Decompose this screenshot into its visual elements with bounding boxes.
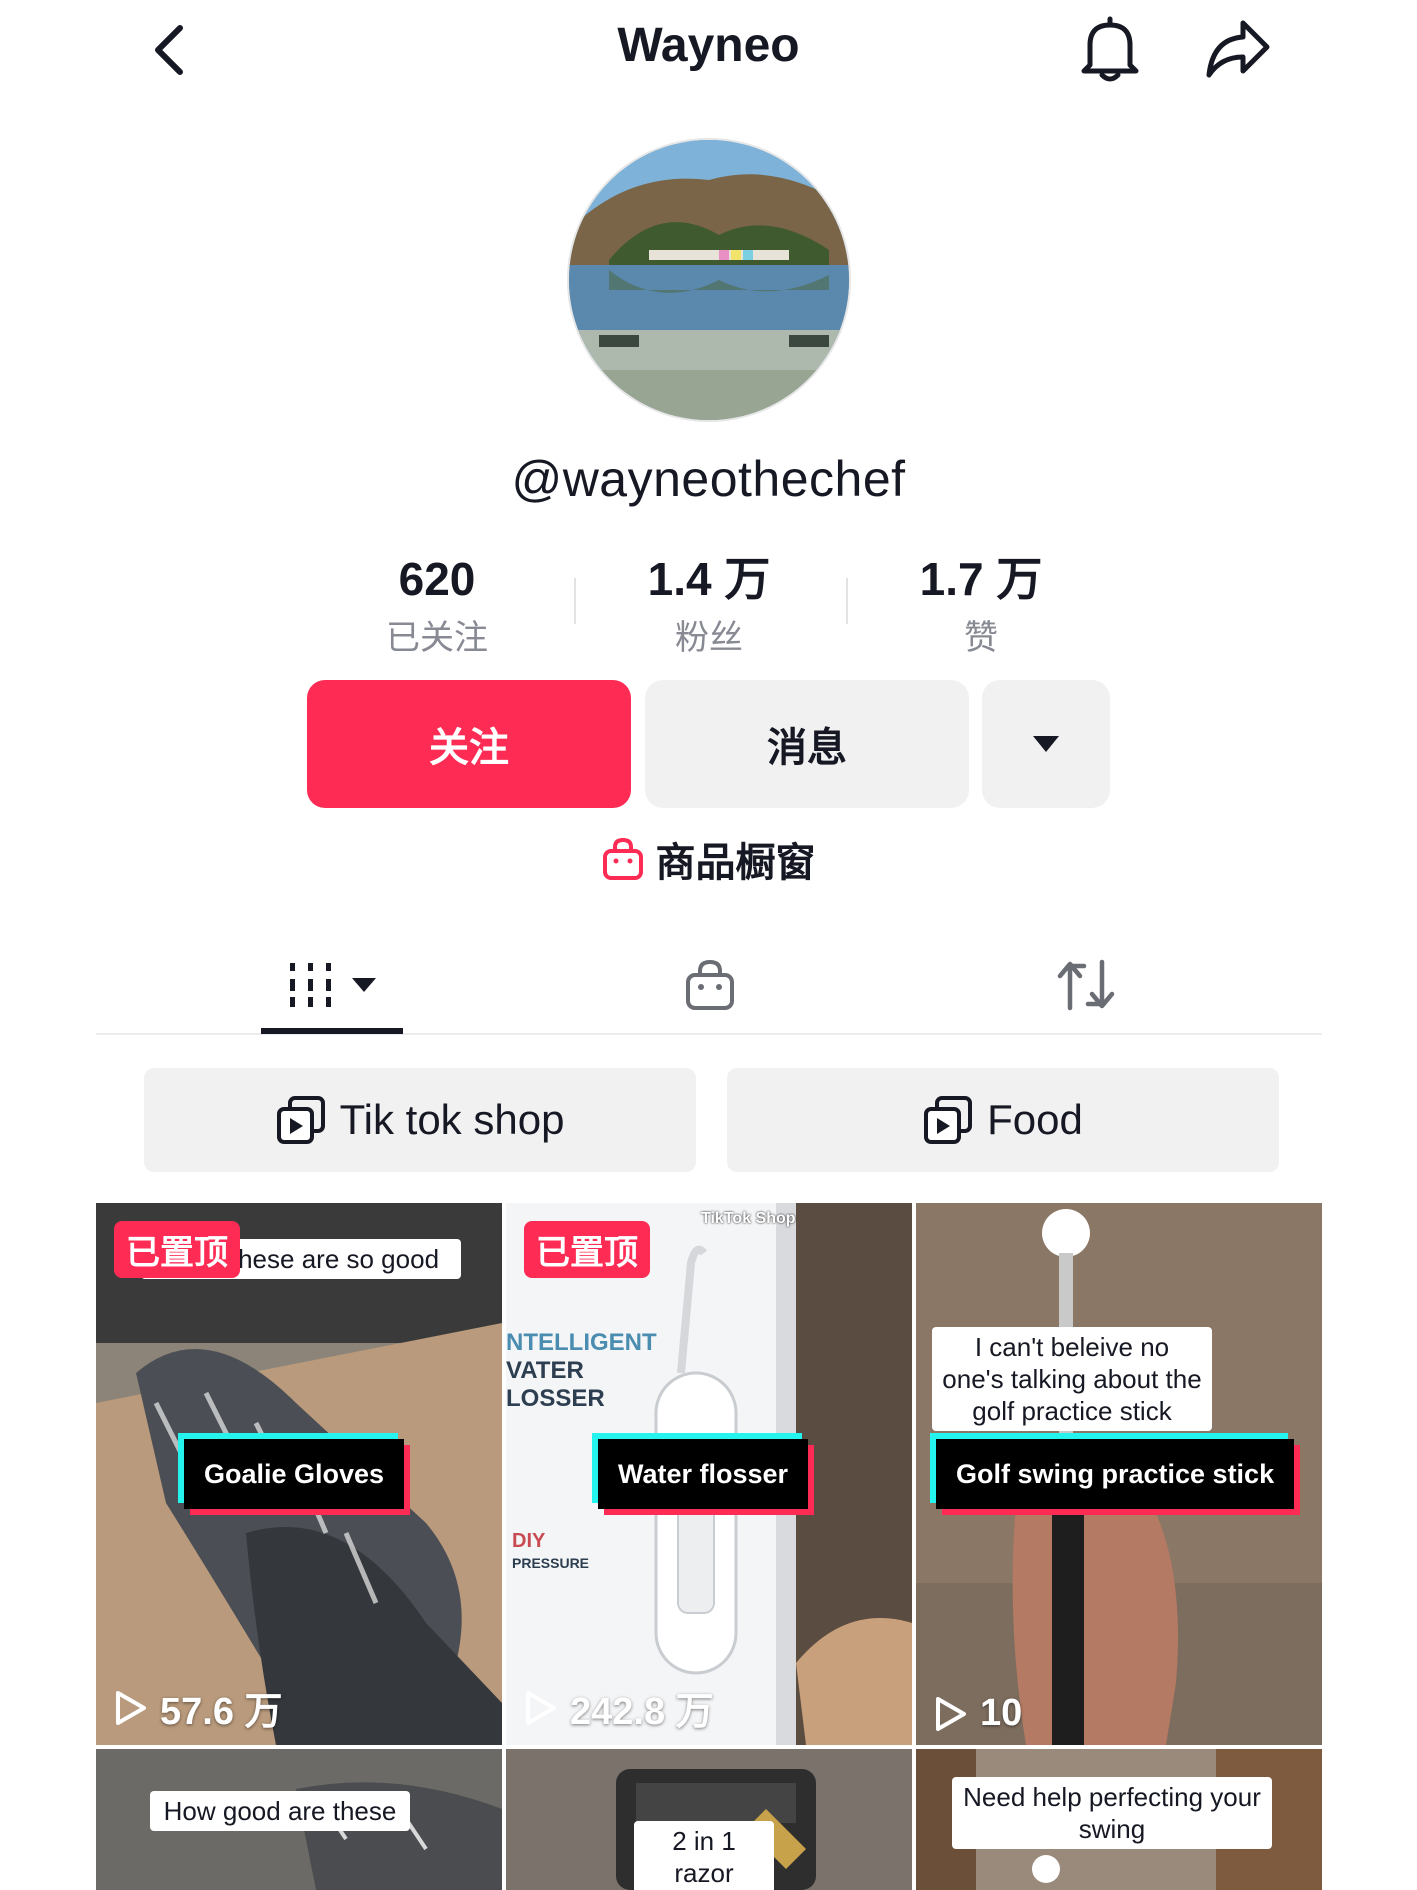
caret-down-icon (352, 978, 376, 992)
stat-divider (574, 578, 576, 624)
box-brand-text: NTELLIGENT (506, 1329, 657, 1356)
box-brand-text: LOSSER (506, 1385, 605, 1412)
box-brand-text: PRESSURE (512, 1555, 590, 1571)
view-count-value: 10 (980, 1692, 1023, 1734)
likes-count: 1.7 万 (919, 553, 1043, 605)
showcase-label: 商品橱窗 (655, 841, 816, 885)
view-count-value: 242.8 万 (570, 1691, 714, 1733)
video-title: Water flosser (598, 1439, 809, 1509)
playlist-icon (276, 1096, 325, 1144)
video-caption: Need help perfecting your swing (952, 1777, 1272, 1849)
shopping-bag-icon (602, 837, 643, 880)
stat-divider (846, 578, 848, 624)
product-showcase-link[interactable]: 商品橱窗 (0, 830, 1417, 888)
video-thumbnail-goalie-gloves[interactable]: loves these are so good 已置顶 Goalie Glove… (96, 1203, 502, 1745)
view-count: 10 (934, 1692, 1022, 1735)
video-caption: How good are these (150, 1791, 410, 1831)
tab-shop[interactable] (660, 940, 760, 1030)
box-brand-text: VATER (506, 1357, 584, 1384)
video-thumbnail-golf-stick[interactable]: I can't beleive no one's talking about t… (916, 1203, 1322, 1745)
grid-icon (290, 963, 331, 1007)
follow-button[interactable]: 关注 (307, 680, 631, 808)
followers-count: 1.4 万 (647, 553, 771, 605)
view-count: 242.8 万 (524, 1680, 714, 1735)
stat-likes[interactable]: 1.7 万 赞 (861, 550, 1101, 659)
view-count-value: 57.6 万 (160, 1691, 283, 1733)
message-button[interactable]: 消息 (645, 680, 969, 808)
avatar-landscape-image (569, 140, 849, 420)
playlist-label: Food (987, 1096, 1083, 1143)
video-thumbnail-water-flosser[interactable]: NTELLIGENT VATER LOSSER DIY PRESSURE Tik… (506, 1203, 912, 1745)
avatar[interactable] (567, 138, 851, 422)
play-icon (526, 1690, 556, 1725)
tab-reposts[interactable] (1036, 940, 1136, 1030)
play-icon (936, 1696, 966, 1731)
bag-icon (686, 959, 734, 1010)
video-title: Golf swing practice stick (936, 1439, 1295, 1509)
playlist-tiktok-shop[interactable]: Tik tok shop (144, 1068, 696, 1172)
video-caption: 2 in 1 razor (634, 1821, 774, 1890)
likes-label: 赞 (964, 619, 998, 657)
share-icon (1206, 20, 1270, 78)
following-label: 已关注 (386, 619, 488, 657)
bell-icon (1081, 16, 1139, 82)
playlist-label: Tik tok shop (339, 1096, 565, 1143)
stat-following[interactable]: 620 已关注 (317, 550, 557, 659)
play-icon (116, 1690, 146, 1725)
share-button[interactable] (1200, 14, 1276, 84)
caret-down-icon (1033, 736, 1059, 752)
playlist-food[interactable]: Food (727, 1068, 1279, 1172)
pinned-badge: 已置顶 (114, 1221, 240, 1278)
stat-followers[interactable]: 1.4 万 粉丝 (589, 550, 829, 659)
video-title: Goalie Gloves (184, 1439, 405, 1509)
following-count: 620 (398, 553, 476, 605)
profile-handle: @wayneothechef (511, 451, 906, 507)
tab-videos[interactable] (261, 940, 403, 1030)
pinned-badge: 已置顶 (524, 1221, 650, 1278)
active-tab-indicator (261, 1028, 403, 1034)
followers-label: 粉丝 (675, 619, 743, 657)
tiktok-shop-watermark: TikTok Shop (701, 1210, 796, 1227)
video-caption: I can't beleive no one's talking about t… (932, 1327, 1212, 1431)
video-thumbnail-swing[interactable]: Need help perfecting your swing (916, 1749, 1322, 1890)
video-thumbnail-razor[interactable]: 2 in 1 razor (506, 1749, 912, 1890)
playlist-icon (924, 1096, 973, 1144)
more-options-button[interactable] (982, 680, 1110, 808)
video-thumbnail-gloves-2[interactable]: How good are these (96, 1749, 502, 1890)
repost-icon (1057, 959, 1115, 1011)
notification-button[interactable] (1075, 14, 1145, 84)
view-count: 57.6 万 (114, 1680, 283, 1735)
